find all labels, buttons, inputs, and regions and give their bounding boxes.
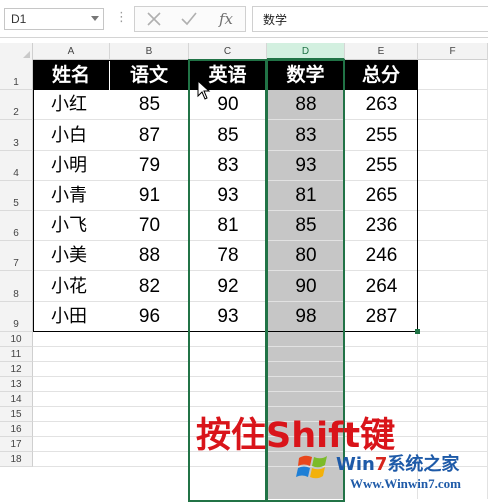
select-all-icon <box>23 51 30 58</box>
column-header-e[interactable]: E <box>345 43 418 60</box>
score-cell[interactable]: 246 <box>345 241 418 271</box>
score-cell[interactable]: 83 <box>189 151 267 181</box>
column-header-f[interactable]: F <box>418 43 488 60</box>
insert-function-button[interactable]: fx <box>209 7 243 31</box>
name-cell[interactable]: 小红 <box>33 90 110 120</box>
watermark: Win7系统之家 Www.Winwin7.com <box>290 446 488 499</box>
row-header-6[interactable]: 6 <box>0 211 33 241</box>
close-icon[interactable] <box>137 7 171 31</box>
score-cell[interactable]: 265 <box>345 181 418 211</box>
row-header-15[interactable]: 15 <box>0 407 33 422</box>
formula-buttons: fx <box>134 6 246 32</box>
score-cell[interactable]: 82 <box>110 271 189 302</box>
table-header-cell[interactable]: 数学 <box>267 60 345 90</box>
formula-bar: D1 ⋮ fx 数学 <box>0 0 488 38</box>
name-cell[interactable]: 小花 <box>33 271 110 302</box>
score-cell[interactable]: 98 <box>267 302 345 332</box>
score-cell[interactable]: 255 <box>345 120 418 151</box>
row-header-4[interactable]: 4 <box>0 151 33 181</box>
name-cell[interactable]: 小田 <box>33 302 110 332</box>
watermark-title: Win7系统之家 <box>336 450 459 476</box>
row-header-12[interactable]: 12 <box>0 362 33 377</box>
row-header-9[interactable]: 9 <box>0 302 33 332</box>
column-header-d[interactable]: D <box>267 43 345 60</box>
row-header-2[interactable]: 2 <box>0 90 33 120</box>
score-cell[interactable]: 88 <box>267 90 345 120</box>
select-all-corner[interactable] <box>0 43 33 60</box>
row-header-11[interactable]: 11 <box>0 347 33 362</box>
gridline-horizontal <box>33 391 488 392</box>
name-cell[interactable]: 小飞 <box>33 211 110 241</box>
row-header-8[interactable]: 8 <box>0 271 33 302</box>
table-header-cell[interactable]: 语文 <box>110 60 189 90</box>
name-cell[interactable]: 小白 <box>33 120 110 151</box>
score-cell[interactable]: 85 <box>189 120 267 151</box>
score-cell[interactable]: 81 <box>189 211 267 241</box>
score-cell[interactable]: 88 <box>110 241 189 271</box>
column-header-row: ABCDEF <box>0 43 488 60</box>
row-header-13[interactable]: 13 <box>0 377 33 392</box>
name-box[interactable]: D1 <box>4 8 104 30</box>
gridline-horizontal <box>33 376 488 377</box>
score-cell[interactable]: 80 <box>267 241 345 271</box>
row-header-3[interactable]: 3 <box>0 120 33 151</box>
score-cell[interactable]: 93 <box>189 302 267 332</box>
watermark-url: Www.Winwin7.com <box>350 476 461 491</box>
score-cell[interactable]: 83 <box>267 120 345 151</box>
score-cell[interactable]: 236 <box>345 211 418 241</box>
spreadsheet-app: D1 ⋮ fx 数学 ABCDEF 1 2 3 4 5 6 7 8 9 10 11 12 13 14 15 1… <box>0 0 488 502</box>
row-header-7[interactable]: 7 <box>0 241 33 271</box>
row-header-5[interactable]: 5 <box>0 181 33 211</box>
score-cell[interactable]: 91 <box>110 181 189 211</box>
score-cell[interactable]: 85 <box>110 90 189 120</box>
more-options-icon: ⋮ <box>115 10 128 25</box>
table-header-cell[interactable]: 姓名 <box>33 60 110 90</box>
score-cell[interactable]: 287 <box>345 302 418 332</box>
mouse-cursor-icon <box>197 80 211 100</box>
score-cell[interactable]: 263 <box>345 90 418 120</box>
score-cell[interactable]: 79 <box>110 151 189 181</box>
score-cell[interactable]: 255 <box>345 151 418 181</box>
formula-text: 数学 <box>263 13 288 27</box>
score-cell[interactable]: 87 <box>110 120 189 151</box>
chevron-down-icon[interactable] <box>91 16 99 21</box>
score-cell[interactable]: 70 <box>110 211 189 241</box>
table-header-cell[interactable]: 总分 <box>345 60 418 90</box>
watermark-title-post: 系统之家 <box>387 454 460 475</box>
gridline-horizontal <box>33 361 488 362</box>
score-cell[interactable]: 96 <box>110 302 189 332</box>
score-cell[interactable]: 81 <box>267 181 345 211</box>
name-cell[interactable]: 小美 <box>33 241 110 271</box>
score-cell[interactable]: 93 <box>189 181 267 211</box>
name-cell[interactable]: 小明 <box>33 151 110 181</box>
score-cell[interactable]: 264 <box>345 271 418 302</box>
score-cell[interactable]: 85 <box>267 211 345 241</box>
watermark-title-pre: Win <box>336 454 375 475</box>
score-cell[interactable]: 90 <box>267 271 345 302</box>
score-cell[interactable]: 78 <box>189 241 267 271</box>
score-cell[interactable]: 93 <box>267 151 345 181</box>
formula-input[interactable]: 数学 <box>252 6 488 32</box>
name-box-value: D1 <box>11 12 27 26</box>
row-header-14[interactable]: 14 <box>0 392 33 407</box>
column-header-b[interactable]: B <box>110 43 189 60</box>
fill-handle[interactable] <box>415 329 420 334</box>
row-header-16[interactable]: 16 <box>0 422 33 437</box>
row-header-17[interactable]: 17 <box>0 437 33 452</box>
score-cell[interactable]: 92 <box>189 271 267 302</box>
row-header-18[interactable]: 18 <box>0 452 33 467</box>
windows-logo-icon <box>296 455 327 479</box>
column-header-a[interactable]: A <box>33 43 110 60</box>
check-icon[interactable] <box>172 7 206 31</box>
row-header-10[interactable]: 10 <box>0 332 33 347</box>
watermark-title-seven: 7 <box>374 454 388 475</box>
name-cell[interactable]: 小青 <box>33 181 110 211</box>
row-header-1[interactable]: 1 <box>0 60 33 90</box>
gridline-horizontal <box>33 346 488 347</box>
column-header-c[interactable]: C <box>189 43 267 60</box>
